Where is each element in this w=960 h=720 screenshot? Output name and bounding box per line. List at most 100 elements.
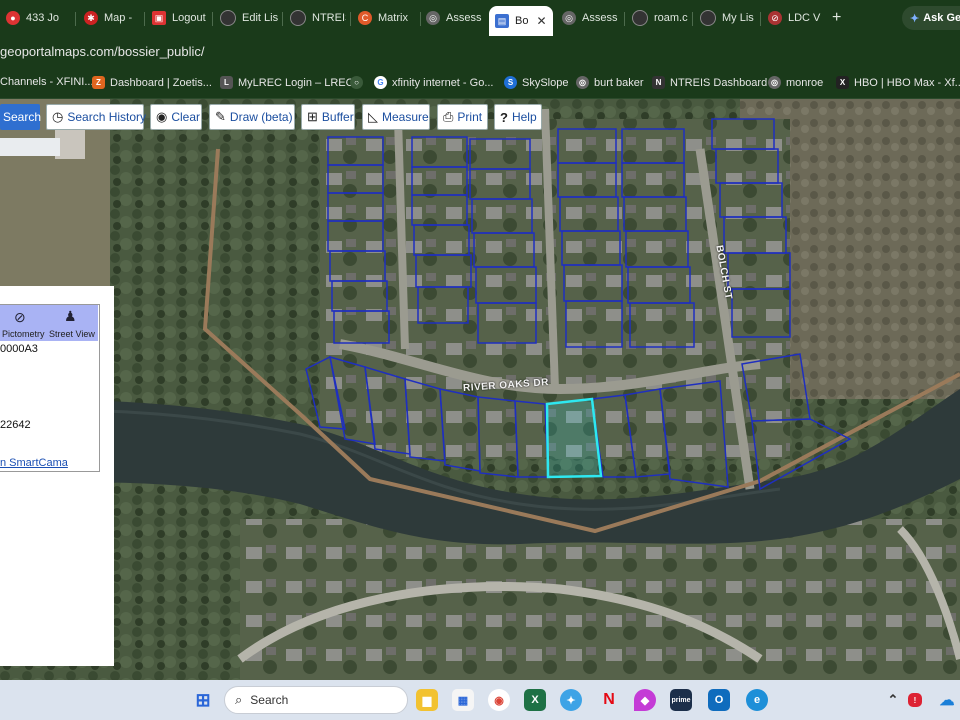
printer-icon: ⎙ — [443, 109, 454, 124]
globe-icon: ◎ — [562, 11, 576, 25]
bookmark-mylrec-login[interactable]: L MyLREC Login – LREC — [220, 76, 354, 89]
bookmark-ntreis-dashboard[interactable]: N NTREIS Dashboard — [652, 76, 767, 89]
tab-6[interactable]: C Matrix — [358, 4, 418, 32]
search-icon: ⌕ — [235, 692, 243, 707]
thumbnail-strip — [0, 138, 60, 156]
bookmark-favicon-icon: Z — [92, 76, 105, 89]
bookmark-channels-xfinity[interactable]: Channels - XFINI... — [0, 76, 94, 88]
bookmark-favicon-icon: L — [220, 76, 233, 89]
paint-icon[interactable]: ✦ — [560, 689, 582, 711]
print-button[interactable]: ⎙ Print — [437, 104, 488, 130]
ask-gemini-button[interactable]: ✦ Ask Ge — [902, 6, 960, 30]
parcel-result-card: ⊘ ♟ Pictometry Street View 0000A3 22642 … — [0, 304, 100, 472]
tab-12[interactable]: ⊘ LDC V — [768, 4, 824, 32]
tab-separator — [282, 12, 283, 26]
pictometry-label[interactable]: Pictometry — [2, 329, 45, 339]
tab-1[interactable]: ● 433 Jo — [6, 4, 70, 32]
selected-parcel[interactable] — [545, 397, 603, 479]
close-icon[interactable]: ✕ — [536, 14, 546, 28]
bookmark-unnamed[interactable]: ○ — [350, 76, 368, 89]
tab-favicon-icon — [290, 10, 306, 26]
tab-2[interactable]: ✱ Map - — [84, 4, 140, 32]
tray-app-icon[interactable]: ! — [908, 693, 922, 707]
globe-icon: ◎ — [768, 76, 781, 89]
results-panel: ⊘ ♟ Pictometry Street View 0000A3 22642 … — [0, 286, 114, 666]
tab-7[interactable]: ◎ Assess — [426, 4, 482, 32]
onedrive-icon[interactable]: ☁ — [936, 689, 958, 711]
tab-separator — [350, 12, 351, 26]
tab-9[interactable]: ◎ Assess — [562, 4, 622, 32]
copilot-icon[interactable]: ◆ — [634, 689, 656, 711]
outlook-icon[interactable]: O — [708, 689, 730, 711]
sparkle-icon: ✦ — [910, 12, 920, 25]
tab-favicon-icon: C — [358, 11, 372, 25]
tab-5[interactable]: NTREIS — [290, 4, 346, 32]
search-button[interactable]: Search — [0, 104, 41, 130]
google-icon: G — [374, 76, 387, 89]
file-explorer-icon[interactable]: ▆ — [416, 689, 438, 711]
excel-icon[interactable]: X — [524, 689, 546, 711]
tab-10[interactable]: roam.c — [632, 4, 688, 32]
store-icon[interactable]: ▦ — [452, 689, 474, 711]
map-view[interactable]: RIVER OAKS DR BOLCH ST — [0, 99, 960, 680]
tab-favicon-icon — [220, 10, 236, 26]
tab-4[interactable]: Edit Lis — [220, 4, 278, 32]
tab-separator — [212, 12, 213, 26]
result-card-header: ⊘ ♟ Pictometry Street View — [0, 305, 98, 341]
bookmark-xfinity-internet[interactable]: Gxfinity internet - Go... — [374, 76, 493, 89]
taskbar-search-box[interactable]: ⌕ Search — [224, 686, 408, 714]
bookmark-favicon-icon: X — [836, 76, 849, 89]
url-field[interactable]: geoportalmaps.com/bossier_public/ — [0, 44, 205, 59]
bookmarks-bar: Channels - XFINI... Z Dashboard | Zoetis.… — [0, 68, 960, 99]
bookmark-hbo-max[interactable]: X HBO | HBO Max - Xf... — [836, 76, 960, 89]
parcel-number-value: 22642 — [0, 419, 31, 431]
draw-button[interactable]: ✎ Draw (beta) — [209, 104, 295, 130]
question-icon: ? — [500, 109, 508, 125]
bookmark-monroe[interactable]: ◎ monroe — [768, 76, 823, 89]
bookmark-skyslope[interactable]: S SkySlope — [504, 76, 568, 89]
tab-favicon-icon: ✱ — [84, 11, 98, 25]
tab-11[interactable]: My Lis — [700, 4, 758, 32]
measure-button[interactable]: ◺ Measure — [362, 104, 430, 130]
pencil-icon: ✎ — [215, 109, 226, 124]
tab-3[interactable]: ▣ Logout — [152, 4, 208, 32]
parcel-id-value: 0000A3 — [0, 343, 38, 355]
tab-separator — [75, 12, 76, 26]
clear-button[interactable]: ◉ Clear — [150, 104, 202, 130]
tab-separator — [420, 12, 421, 26]
tab-separator — [624, 12, 625, 26]
bookmark-burt-baker[interactable]: ◎ burt baker — [576, 76, 644, 89]
pictometry-icon[interactable]: ⊘ — [14, 309, 26, 326]
buffer-button[interactable]: ⊞ Buffer — [301, 104, 355, 130]
bookmark-favicon-icon: N — [652, 76, 665, 89]
windows-taskbar — [0, 680, 960, 720]
prime-video-icon[interactable]: prime — [670, 689, 692, 711]
tab-favicon-icon: ▤ — [495, 14, 509, 28]
help-button[interactable]: ? Help — [494, 104, 542, 130]
bookmark-dashboard-zoetis[interactable]: Z Dashboard | Zoetis... — [92, 76, 212, 89]
smartcama-link[interactable]: n SmartCama — [0, 457, 68, 469]
ruler-icon: ◺ — [368, 109, 378, 124]
tab-favicon-icon — [700, 10, 716, 26]
chevron-up-icon[interactable]: ⌃ — [882, 689, 904, 711]
tab-active[interactable]: ▤ Bo ✕ — [489, 6, 553, 36]
globe-icon: ◎ — [576, 76, 589, 89]
address-bar: geoportalmaps.com/bossier_public/ — [0, 36, 960, 68]
street-view-label[interactable]: Street View — [49, 329, 95, 339]
tab-separator — [144, 12, 145, 26]
browser-tab-strip: ●433 Jo ✱Map - ▣Logout Edit Lis NTREIS C… — [0, 0, 960, 36]
chrome-icon[interactable]: ◉ — [488, 689, 510, 711]
buffer-icon: ⊞ — [307, 109, 318, 124]
edge-icon[interactable]: e — [746, 689, 768, 711]
street-view-icon[interactable]: ♟ — [64, 308, 77, 325]
tab-favicon-icon — [632, 10, 648, 26]
new-tab-button[interactable]: + — [832, 9, 841, 27]
tab-favicon-icon: ● — [6, 11, 20, 25]
tab-separator — [760, 12, 761, 26]
tab-favicon-icon: ⊘ — [768, 11, 782, 25]
windows-start-icon[interactable]: ⊞ — [192, 689, 214, 711]
search-history-button[interactable]: ◷ Search History — [46, 104, 146, 130]
clock-icon: ◷ — [52, 109, 64, 124]
tab-favicon-icon: ▣ — [152, 11, 166, 25]
netflix-icon[interactable]: N — [598, 689, 620, 711]
